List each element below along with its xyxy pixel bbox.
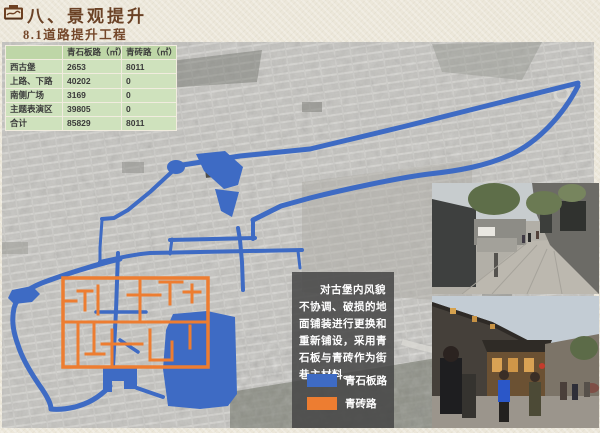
header-cell: 青砖路（㎡）: [122, 46, 177, 60]
legend-label: 青石板路: [345, 373, 387, 388]
photo-street-dusk: [432, 296, 599, 428]
table-row: 上路、下路 40202 0: [6, 74, 177, 88]
cell-value: 0: [122, 74, 177, 88]
road-area-table: 青石板路（㎡） 青砖路（㎡） 西古堡 2653 8011 上路、下路 40202…: [5, 45, 177, 131]
cell-value: 3169: [63, 88, 122, 102]
page-subtitle: 8.1道路提升工程: [23, 24, 127, 43]
legend-label: 青砖路: [345, 396, 377, 411]
header-cell: [6, 46, 63, 60]
annotation-box: 对古堡内风貌不协调、破损的地面铺装进行更换和重新铺设，采用青石板与青砖作为街巷主…: [292, 272, 394, 428]
cell-value: 8011: [122, 116, 177, 130]
cell-value: 8011: [122, 60, 177, 74]
table-row: 主题表演区 39805 0: [6, 102, 177, 116]
row-label: 西古堡: [6, 60, 63, 74]
cell-value: 39805: [63, 102, 122, 116]
table-row-total: 合计 85829 8011: [6, 116, 177, 130]
row-label: 南侧广场: [6, 88, 63, 102]
row-label: 主题表演区: [6, 102, 63, 116]
seal-scroll-icon: [3, 3, 24, 21]
cell-value: 0: [122, 88, 177, 102]
legend-item-stone-road: 青石板路: [307, 373, 387, 388]
legend-swatch-blue: [307, 374, 337, 387]
legend-item-brick-road: 青砖路: [307, 396, 377, 411]
row-label: 合计: [6, 116, 63, 130]
cell-value: 2653: [63, 60, 122, 74]
header-cell: 青石板路（㎡）: [63, 46, 122, 60]
row-label: 上路、下路: [6, 74, 63, 88]
cell-value: 85829: [63, 116, 122, 130]
legend-swatch-orange: [307, 397, 337, 410]
cell-value: 0: [122, 102, 177, 116]
table-header-row: 青石板路（㎡） 青砖路（㎡）: [6, 46, 177, 60]
cell-value: 40202: [63, 74, 122, 88]
annotation-text: 对古堡内风貌不协调、破损的地面铺装进行更换和重新铺设，采用青石板与青砖作为街巷主…: [299, 282, 387, 384]
photo-street-day: [432, 183, 599, 294]
table-row: 南侧广场 3169 0: [6, 88, 177, 102]
table-row: 西古堡 2653 8011: [6, 60, 177, 74]
